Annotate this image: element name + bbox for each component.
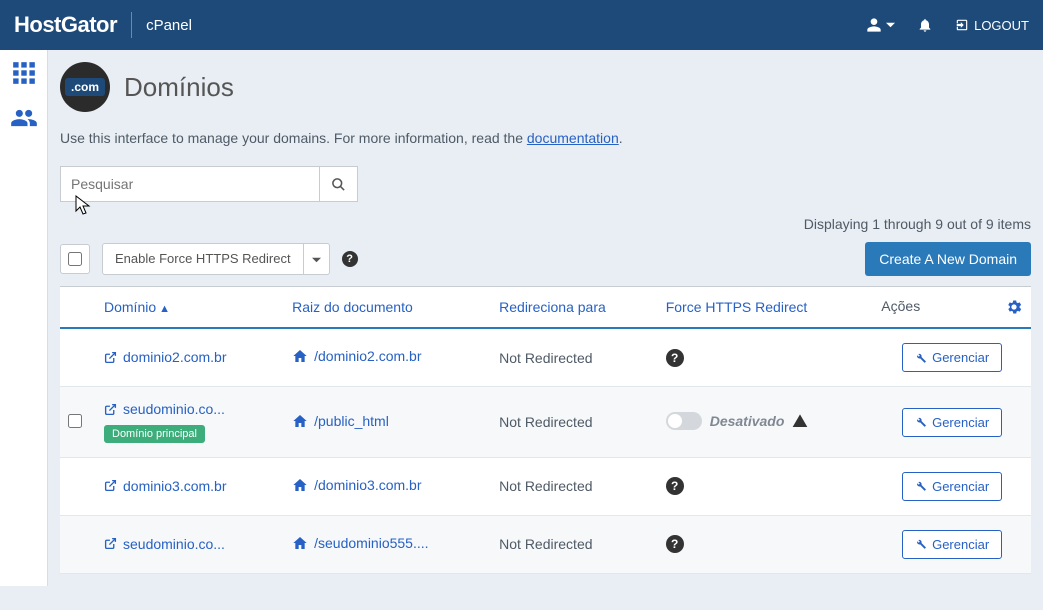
- documentation-link[interactable]: documentation: [527, 130, 619, 146]
- user-menu[interactable]: [866, 17, 895, 33]
- gear-icon: [1005, 298, 1023, 316]
- home-icon: [292, 413, 308, 429]
- select-all-checkbox[interactable]: [68, 252, 82, 266]
- search-input[interactable]: [60, 166, 320, 202]
- redirect-value: Not Redirected: [499, 350, 592, 366]
- manage-button[interactable]: Gerenciar: [902, 472, 1002, 501]
- search-icon: [331, 177, 346, 192]
- grid-icon: [11, 60, 37, 86]
- logout-icon: [955, 18, 969, 32]
- user-icon: [866, 17, 882, 33]
- enable-https-button[interactable]: Enable Force HTTPS Redirect: [103, 244, 303, 274]
- redirect-value: Not Redirected: [499, 414, 592, 430]
- caret-down-icon: [886, 21, 895, 30]
- logout-label: LOGOUT: [974, 18, 1029, 33]
- sort-asc-icon: ▲: [159, 303, 170, 315]
- main-domain-badge: Domínio principal: [104, 425, 205, 443]
- table-row: seudominio.co... /seudominio555.... Not R…: [60, 515, 1031, 573]
- enable-https-split-button: Enable Force HTTPS Redirect: [102, 243, 330, 275]
- manage-button[interactable]: Gerenciar: [902, 530, 1002, 559]
- header-divider: [131, 12, 132, 38]
- page-icon: .com: [60, 62, 110, 112]
- logout-button[interactable]: LOGOUT: [955, 18, 1029, 33]
- warning-icon: [792, 413, 808, 429]
- question-icon[interactable]: ?: [666, 535, 684, 553]
- table-row: seudominio.co... Domínio principal /publi…: [60, 387, 1031, 458]
- docroot-link[interactable]: /dominio2.com.br: [314, 348, 421, 364]
- manage-button[interactable]: Gerenciar: [902, 408, 1002, 437]
- caret-down-icon: [312, 256, 321, 265]
- col-docroot[interactable]: Raiz do documento: [284, 287, 491, 329]
- col-domain[interactable]: Domínio▲: [96, 287, 284, 329]
- docroot-link[interactable]: /public_html: [314, 413, 389, 429]
- table-row: dominio2.com.br /dominio2.com.br Not Redi…: [60, 328, 1031, 387]
- redirect-value: Not Redirected: [499, 536, 592, 552]
- bell-icon: [917, 17, 933, 33]
- col-redirects[interactable]: Redireciona para: [491, 287, 658, 329]
- header-app-name: cPanel: [146, 17, 192, 34]
- search-button[interactable]: [320, 166, 358, 202]
- main-content: .com Domínios Use this interface to mana…: [48, 50, 1043, 586]
- domains-table: Domínio▲ Raiz do documento Redireciona p…: [60, 286, 1031, 574]
- select-all-checkbox-wrap[interactable]: [60, 244, 90, 274]
- home-icon: [292, 535, 308, 551]
- sidebar-grid-button[interactable]: [11, 60, 37, 86]
- wrench-icon: [915, 480, 927, 492]
- create-domain-button[interactable]: Create A New Domain: [865, 242, 1031, 276]
- domain-link[interactable]: seudominio.co...: [123, 401, 225, 417]
- wrench-icon: [915, 416, 927, 428]
- external-link-icon: [104, 403, 117, 416]
- page-title: Domínios: [124, 72, 234, 103]
- domain-link[interactable]: seudominio.co...: [123, 536, 225, 552]
- results-status: Displaying 1 through 9 out of 9 items: [60, 216, 1031, 232]
- col-force-https[interactable]: Force HTTPS Redirect: [658, 287, 874, 329]
- https-toggle[interactable]: [666, 412, 702, 430]
- home-icon: [292, 477, 308, 493]
- domain-link[interactable]: dominio2.com.br: [123, 349, 227, 365]
- left-sidebar: [0, 50, 48, 586]
- external-link-icon: [104, 479, 117, 492]
- table-settings-button[interactable]: [1005, 298, 1023, 316]
- app-header: HostGator cPanel LOGOUT: [0, 0, 1043, 50]
- wrench-icon: [915, 352, 927, 364]
- docroot-link[interactable]: /seudominio555....: [314, 535, 428, 551]
- external-link-icon: [104, 537, 117, 550]
- wrench-icon: [915, 538, 927, 550]
- brand-logo: HostGator: [14, 12, 117, 38]
- redirect-value: Not Redirected: [499, 478, 592, 494]
- manage-button[interactable]: Gerenciar: [902, 343, 1002, 372]
- enable-https-dropdown-toggle[interactable]: [303, 244, 329, 274]
- external-link-icon: [104, 351, 117, 364]
- docroot-link[interactable]: /dominio3.com.br: [314, 477, 421, 493]
- https-toggle-label: Desativado: [710, 413, 785, 429]
- help-icon[interactable]: ?: [342, 251, 358, 267]
- question-icon[interactable]: ?: [666, 349, 684, 367]
- col-actions: Ações: [873, 287, 1031, 329]
- page-icon-text: .com: [65, 78, 105, 96]
- intro-text: Use this interface to manage your domain…: [60, 130, 1031, 146]
- table-row: dominio3.com.br /dominio3.com.br Not Redi…: [60, 457, 1031, 515]
- question-icon[interactable]: ?: [666, 477, 684, 495]
- sidebar-users-button[interactable]: [10, 104, 38, 132]
- domain-link[interactable]: dominio3.com.br: [123, 478, 227, 494]
- row-checkbox[interactable]: [68, 414, 82, 428]
- users-icon: [10, 104, 38, 132]
- home-icon: [292, 348, 308, 364]
- notifications-button[interactable]: [917, 17, 933, 33]
